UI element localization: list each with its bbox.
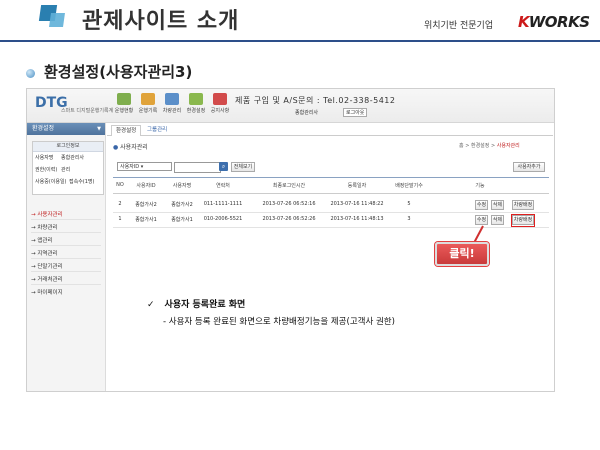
menu-divider bbox=[31, 232, 101, 233]
sidebar: 환경설정 ▼ 로그인정보 사용자명 종합관리사 권한(이력) 관리 사용중(이용일) 접… bbox=[27, 123, 106, 391]
app-screenshot: DTG 스마트 디지털운행기록계 운행현황 운행기록 차량관리 환경설정 공지사… bbox=[26, 88, 555, 392]
breadcrumb: 홈 > 환경설정 > 사용자관리 bbox=[459, 143, 520, 149]
toolbar-notice[interactable]: 공지사항 bbox=[209, 93, 231, 114]
toolbar-driving-status[interactable]: 운행현황 bbox=[113, 93, 135, 114]
sidebar-item-vehicle[interactable]: → 차량관리 bbox=[31, 223, 58, 231]
login-info-title: 로그인정보 bbox=[33, 142, 103, 152]
col-header: NO bbox=[116, 182, 124, 188]
cell-last-login: 2013-07-26 06:52:16 bbox=[262, 201, 316, 207]
sidebar-item-terminal[interactable]: → 단말기관리 bbox=[31, 262, 63, 270]
login-row: 사용자명 종합관리사 bbox=[35, 155, 85, 161]
add-user-button[interactable]: 사용자추가 bbox=[513, 162, 545, 172]
menu-divider bbox=[31, 258, 101, 259]
cell-user-id: 종합가사1 bbox=[135, 217, 157, 223]
toolbar-vehicle[interactable]: 차량관리 bbox=[161, 93, 183, 114]
slide-title: 관제사이트 소개 bbox=[82, 9, 240, 34]
tab-bar: 환경설정 그룹관리 bbox=[107, 125, 553, 136]
tab-settings[interactable]: 환경설정 bbox=[111, 125, 142, 136]
note-description: - 사용자 등록 완료된 화면으로 차량배정기능을 제공(고객사 권한) bbox=[163, 317, 395, 327]
col-header: 사용자명 bbox=[172, 183, 192, 189]
menu-divider bbox=[31, 284, 101, 285]
row-divider bbox=[113, 227, 549, 228]
login-row: 권한(이력) 관리 bbox=[35, 167, 71, 173]
slide-subtitle: 위치기반 전문기업 bbox=[424, 21, 494, 31]
sidebar-item-mypage[interactable]: → 마이페이지 bbox=[31, 288, 63, 296]
edit-button[interactable]: 수정 bbox=[475, 200, 488, 210]
highlight-box bbox=[511, 214, 535, 227]
cell-user-name: 종합가사2 bbox=[171, 202, 193, 208]
tab-group-management[interactable]: 그룹관리 bbox=[143, 125, 171, 135]
col-header: 연락처 bbox=[216, 183, 230, 189]
menu-divider bbox=[31, 271, 101, 272]
sidebar-header: 환경설정 ▼ bbox=[27, 123, 105, 135]
edit-button[interactable]: 수정 bbox=[475, 215, 488, 225]
check-icon: ✓ bbox=[147, 300, 155, 310]
section-title: 환경설정(사용자관리3) bbox=[44, 63, 193, 81]
sidebar-item-region[interactable]: → 지역관리 bbox=[31, 249, 58, 257]
callout-pointer bbox=[473, 225, 484, 243]
header-divider bbox=[0, 40, 600, 42]
search-field-select[interactable]: 사용자ID ▾ bbox=[117, 162, 172, 171]
search-icon[interactable]: ⌕ bbox=[219, 162, 228, 171]
car-icon bbox=[117, 93, 131, 105]
menu-divider bbox=[31, 219, 101, 220]
cell-reg-date: 2013-07-16 11:48:22 bbox=[330, 201, 384, 207]
contact-info: 제품 구입 및 A/S문의 : Tel.02-338-5412 bbox=[235, 96, 396, 105]
sidebar-item-user-management[interactable]: → 사용자관리 bbox=[31, 210, 63, 218]
log-icon bbox=[141, 93, 155, 105]
click-callout: 클릭! bbox=[435, 242, 489, 266]
col-header: 등록일자 bbox=[347, 183, 367, 189]
cell-phone: 010-2006-5521 bbox=[203, 216, 243, 222]
note-title: ✓ 사용자 등록완료 화면 bbox=[147, 300, 246, 310]
col-header: 최종로그인시간 bbox=[272, 183, 306, 189]
table-top-border bbox=[113, 177, 549, 178]
page-title: ● 사용자관리 bbox=[113, 144, 148, 151]
col-header: 기능 bbox=[475, 183, 485, 189]
user-info: 종합관리사 bbox=[295, 110, 319, 116]
gear-icon bbox=[189, 93, 203, 105]
search-input[interactable] bbox=[174, 162, 221, 173]
logout-button[interactable]: 로그아웃 bbox=[343, 108, 368, 117]
title-decoration-2 bbox=[49, 13, 65, 27]
vehicle-icon bbox=[165, 93, 179, 105]
bullet-icon bbox=[26, 69, 35, 78]
cell-phone: 011-1111-1111 bbox=[203, 201, 243, 207]
row-divider bbox=[113, 212, 549, 213]
cell-reg-date: 2013-07-16 11:48:13 bbox=[330, 216, 384, 222]
cell-no: 1 bbox=[118, 216, 122, 222]
menu-divider bbox=[31, 245, 101, 246]
show-all-button[interactable]: 전체보기 bbox=[231, 162, 255, 172]
sidebar-item-app[interactable]: → 앱관리 bbox=[31, 236, 53, 244]
assign-vehicle-button[interactable]: 차량배정 bbox=[512, 200, 534, 210]
login-row: 사용중(이용일) 접속수(1명) bbox=[35, 179, 95, 185]
chevron-down-icon: ▼ bbox=[97, 126, 101, 132]
table-header-line bbox=[113, 193, 549, 194]
sidebar-item-client[interactable]: → 거래처관리 bbox=[31, 275, 63, 283]
delete-button[interactable]: 삭제 bbox=[491, 200, 504, 210]
kworks-logo: KWORKS bbox=[518, 13, 590, 31]
delete-button[interactable]: 삭제 bbox=[491, 215, 504, 225]
cell-user-id: 종합가사2 bbox=[135, 202, 157, 208]
col-header: 배정단말기수 bbox=[395, 183, 423, 189]
login-info-box: 로그인정보 사용자명 종합관리사 권한(이력) 관리 사용중(이용일) 접속수(1명) bbox=[32, 141, 104, 195]
cell-count: 5 bbox=[407, 201, 411, 207]
toolbar-settings[interactable]: 환경설정 bbox=[185, 93, 207, 114]
cell-count: 3 bbox=[407, 216, 411, 222]
cell-no: 2 bbox=[118, 201, 122, 207]
toolbar-driving-log[interactable]: 운행기록 bbox=[137, 93, 159, 114]
cell-user-name: 종합가사1 bbox=[171, 217, 193, 223]
col-header: 사용자ID bbox=[136, 183, 156, 189]
app-logo-sub: 스마트 디지털운행기록계 bbox=[61, 108, 114, 114]
cell-last-login: 2013-07-26 06:52:26 bbox=[262, 216, 316, 222]
megaphone-icon bbox=[213, 93, 227, 105]
